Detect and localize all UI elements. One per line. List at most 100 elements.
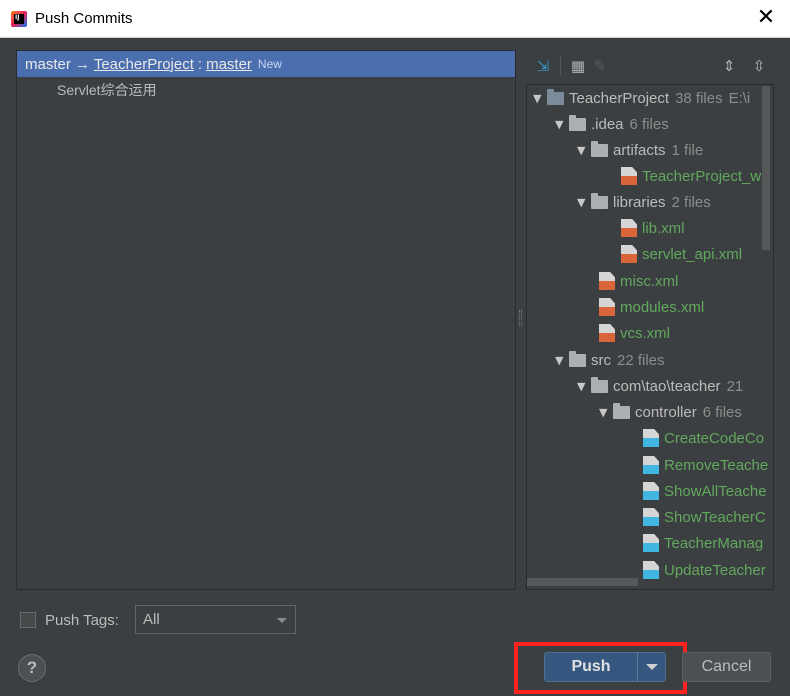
project-folder-icon: [547, 88, 564, 105]
tree-label: lib.xml: [642, 219, 685, 237]
intellij-logo-icon: IJ: [11, 10, 27, 27]
window-title: Push Commits: [35, 10, 133, 27]
edit-icon[interactable]: ✎: [589, 55, 611, 77]
tree-label: src: [591, 351, 611, 369]
file-count: 6 files: [702, 403, 742, 421]
horizontal-scrollbar[interactable]: [527, 578, 638, 586]
tree-row-file[interactable]: misc.xml: [599, 268, 678, 294]
xml-file-icon: [599, 272, 615, 290]
branch-row[interactable]: master → TeacherProject : master New: [17, 51, 515, 77]
file-count: 22 files: [617, 351, 665, 369]
folder-icon: [569, 114, 586, 131]
tree-label: .idea: [591, 115, 624, 133]
remote-branch-link[interactable]: master: [206, 56, 252, 73]
folder-icon: [569, 350, 586, 367]
tree-row-file[interactable]: ShowAllTeache: [643, 478, 767, 504]
tree-row-project[interactable]: ▼ TeacherProject 38 files E:\i: [533, 85, 750, 111]
push-button[interactable]: Push: [544, 652, 666, 682]
tree-label: RemoveTeache: [664, 456, 769, 474]
tree-row-file[interactable]: TeacherProject_w: [621, 163, 761, 189]
tree-toolbar: ⇲ ▦ ✎ ⇕ ⇳: [526, 50, 774, 82]
tree-row-file[interactable]: CreateCodeCo: [643, 425, 764, 451]
chevron-down-icon[interactable]: ▼: [555, 354, 569, 367]
tree-label: UpdateTeacher: [664, 561, 766, 579]
tree-row-libraries[interactable]: ▼ libraries 2 files: [577, 189, 711, 215]
java-file-icon: [643, 561, 659, 579]
tags-dropdown-value: All: [143, 611, 160, 628]
push-options-dropdown[interactable]: [638, 664, 665, 670]
expand-all-icon[interactable]: ⇕: [718, 55, 740, 77]
tree-label: modules.xml: [620, 298, 705, 316]
tree-row-file[interactable]: UpdateTeacher: [643, 557, 766, 583]
push-tags-option[interactable]: Push Tags:: [20, 606, 119, 634]
vertical-scrollbar[interactable]: [762, 86, 770, 250]
chevron-down-icon: [645, 664, 658, 670]
tree-label: vcs.xml: [620, 324, 670, 342]
collapse-all-icon[interactable]: ⇳: [748, 55, 770, 77]
new-badge: New: [257, 57, 282, 71]
tree-row-file[interactable]: RemoveTeache: [643, 452, 768, 478]
tree-label: controller: [635, 403, 697, 421]
java-file-icon: [643, 482, 659, 500]
folder-icon: [613, 402, 630, 419]
splitter-handle[interactable]: [519, 310, 522, 326]
project-path: E:\i: [728, 89, 751, 107]
tree-row-file[interactable]: ShowTeacherC: [643, 504, 766, 530]
chevron-down-icon[interactable]: ▼: [533, 92, 547, 105]
xml-file-icon: [621, 167, 637, 185]
tree-row-file[interactable]: servlet_api.xml: [621, 241, 742, 267]
tree-row-file[interactable]: TeacherManag: [643, 530, 763, 556]
tree-row-file[interactable]: vcs.xml: [599, 320, 670, 346]
push-tags-checkbox[interactable]: [20, 612, 36, 628]
tree-label: com\tao\teacher: [613, 377, 721, 395]
tree-row-artifacts[interactable]: ▼ artifacts 1 file: [577, 137, 703, 163]
chevron-down-icon[interactable]: ▼: [555, 118, 569, 131]
tree-label: artifacts: [613, 141, 666, 159]
tags-dropdown[interactable]: All: [135, 605, 296, 634]
close-icon[interactable]: ✕: [756, 7, 776, 29]
file-count: 21: [726, 377, 744, 395]
commits-panel: master → TeacherProject : master New Ser…: [16, 50, 516, 590]
chevron-down-icon[interactable]: ▼: [577, 196, 591, 209]
commit-message: Servlet综合运用: [57, 82, 157, 98]
group-by-icon[interactable]: ▦: [567, 55, 589, 77]
chevron-down-icon[interactable]: ▼: [577, 380, 591, 393]
branch-separator: :: [197, 55, 203, 73]
tree-row-src[interactable]: ▼ src 22 files: [555, 347, 665, 373]
changes-tree: ▼ TeacherProject 38 files E:\i ▼ .idea 6…: [526, 84, 774, 590]
tree-label: misc.xml: [620, 272, 679, 290]
chevron-down-icon[interactable]: ▼: [599, 406, 613, 419]
tree-row-file[interactable]: modules.xml: [599, 294, 704, 320]
tree-row-package[interactable]: ▼ com\tao\teacher 21: [577, 373, 743, 399]
file-count: 1 file: [671, 141, 704, 159]
java-file-icon: [643, 456, 659, 474]
file-count: 38 files: [675, 89, 723, 107]
tree-label: TeacherProject: [569, 89, 670, 107]
help-button[interactable]: ?: [18, 654, 46, 682]
folder-icon: [591, 140, 608, 157]
tree-label: TeacherManag: [664, 534, 764, 552]
tree-row-idea[interactable]: ▼ .idea 6 files: [555, 111, 669, 137]
chevron-down-icon: [277, 618, 287, 623]
folder-icon: [591, 192, 608, 209]
tree-label: ShowTeacherC: [664, 508, 766, 526]
title-bar: IJ Push Commits ✕: [0, 0, 790, 38]
tree-label: servlet_api.xml: [642, 245, 743, 263]
remote-link[interactable]: TeacherProject: [94, 56, 194, 73]
push-tags-label: Push Tags:: [45, 611, 119, 629]
java-file-icon: [643, 508, 659, 526]
tree-label: TeacherProject_w: [642, 167, 762, 185]
arrow-icon: →: [74, 55, 90, 73]
expand-icon[interactable]: ⇲: [532, 55, 554, 77]
chevron-down-icon[interactable]: ▼: [577, 144, 591, 157]
tree-row-file[interactable]: lib.xml: [621, 215, 685, 241]
cancel-button[interactable]: Cancel: [682, 652, 771, 682]
tree-row-controller[interactable]: ▼ controller 6 files: [599, 399, 742, 425]
commit-item[interactable]: Servlet综合运用: [17, 77, 515, 103]
toolbar-separator: [560, 56, 561, 76]
tree-label: ShowAllTeache: [664, 482, 767, 500]
xml-file-icon: [599, 298, 615, 316]
tree-label: CreateCodeCo: [664, 429, 765, 447]
tree-label: libraries: [613, 193, 666, 211]
xml-file-icon: [621, 245, 637, 263]
